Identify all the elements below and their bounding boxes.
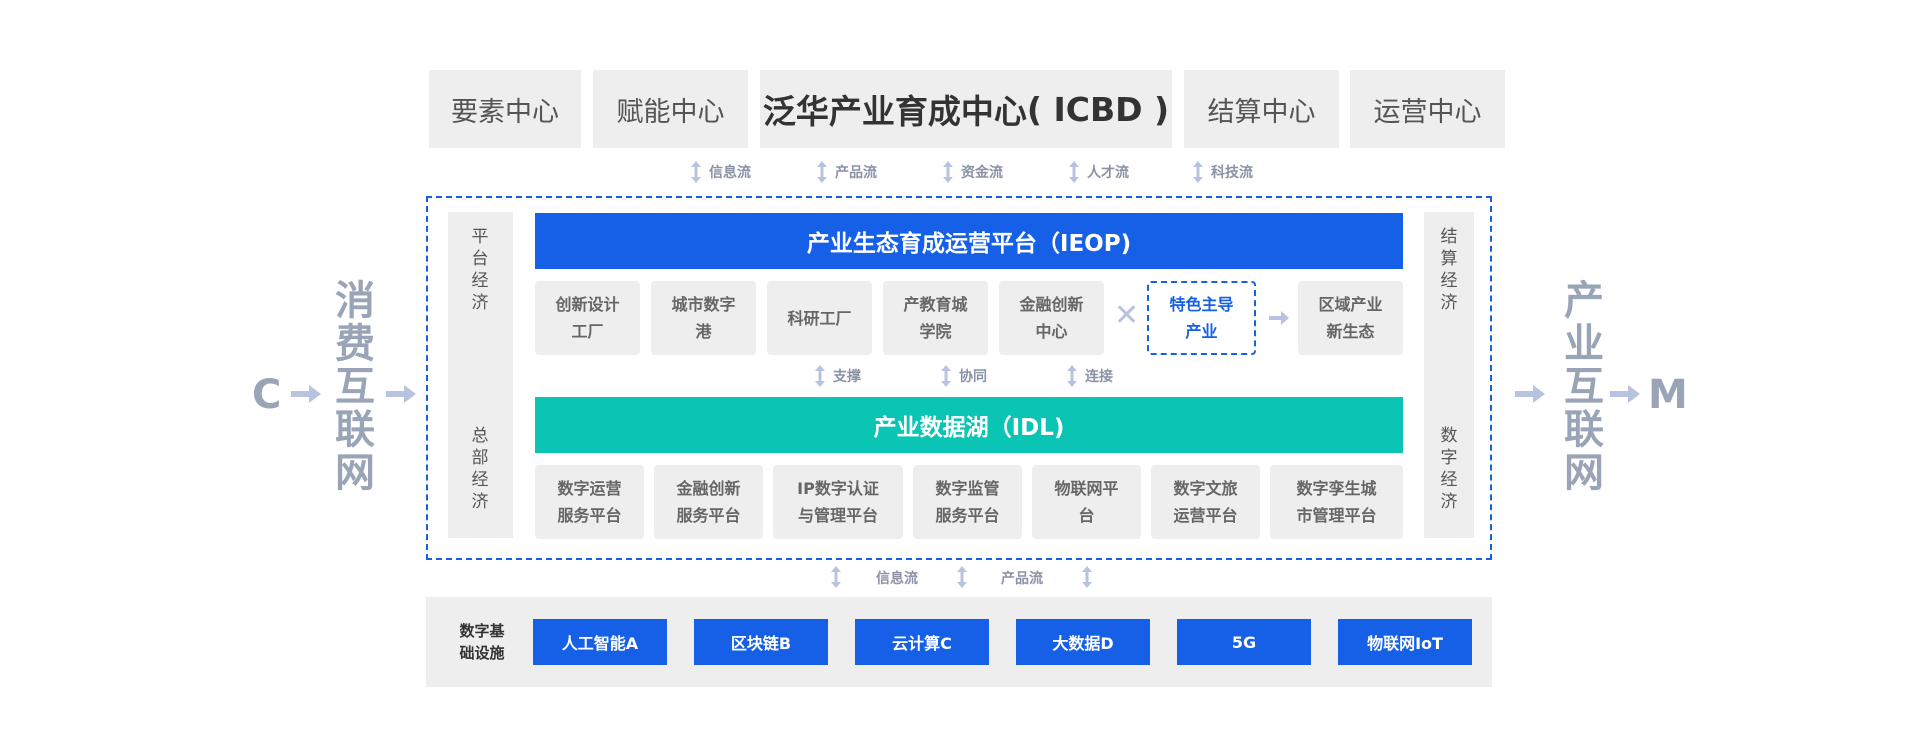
right-economy-panel: 结算经济 数字经济 [1424,212,1474,538]
infra-item: 区块链B [694,619,828,665]
double-arrow-icon [691,161,701,183]
double-arrow-icon [957,566,967,588]
double-arrow-icon [941,365,951,387]
element-center-label: 要素中心 [451,96,559,128]
ieop-title: 产业生态育成运营平台（IEOP) [806,231,1132,257]
infra-item: 云计算C [855,619,989,665]
idl-card: 数字监管 服务平台 [913,465,1022,539]
x-icon: ✕ [1114,298,1140,333]
left-economy-panel: 平台经济 总部经济 [448,212,513,538]
double-arrow-icon [943,161,953,183]
idl-card: 数字孪生城 市管理平台 [1270,465,1403,539]
ieop-card: 产教育城 学院 [883,281,988,355]
icbd-title: 泛华产业育成中心 [762,92,1027,131]
settlement-center-label: 结算中心 [1207,96,1316,128]
idl-card: IP数字认证 与管理平台 [773,465,903,539]
flow-item: 科技流 [1193,161,1253,183]
infra-item: 大数据D [1016,619,1150,665]
idl-title: 产业数据湖（IDL) [873,415,1065,441]
flow-item: 连接 [1067,365,1113,387]
industrial-internet-label: 产业互联网 [1564,278,1604,496]
double-arrow-icon [815,365,825,387]
idl-card: 金融创新 服务平台 [654,465,763,539]
right-arrow-icon [1515,385,1545,403]
flow-item: 支撑 [815,365,861,387]
flow-label: 信息流 [709,165,751,181]
idl-card: 物联网平 台 [1032,465,1141,539]
double-arrow-icon [817,161,827,183]
flow-item: 信息流 [691,161,751,183]
operation-center-label: 运营中心 [1373,96,1482,128]
flow-label: 人才流 [1087,165,1129,181]
right-arrow-icon [291,385,321,403]
right-arrow-icon [1610,385,1640,403]
flow-label: 连接 [1085,369,1113,385]
empowerment-center-label: 赋能中心 [616,96,725,128]
double-arrow-icon [831,566,841,588]
infra-item: 物联网IoT [1338,619,1472,665]
ieop-card: 城市数字 港 [651,281,756,355]
double-arrow-icon [1069,161,1079,183]
featured-industry-card: 特色主导 产业 [1147,281,1256,355]
ieop-card: 金融创新 中心 [999,281,1104,355]
idl-card: 数字文旅 运营平台 [1151,465,1260,539]
flow-label: 科技流 [1211,165,1253,181]
operation-center-box: 运营中心 [1350,70,1505,148]
regional-ecology-card: 区域产业 新生态 [1298,281,1403,355]
ieop-card: 创新设计 工厂 [535,281,640,355]
flow-label: 支撑 [833,369,861,385]
flow-label: 资金流 [961,165,1003,181]
right-arrow-icon [1269,311,1289,325]
digital-economy-label: 数字经济 [1440,426,1458,512]
infra-item: 5G [1177,619,1311,665]
headquarters-economy-label: 总部经济 [471,426,489,512]
flow-label: 协同 [959,369,987,385]
consumer-c-label: C [252,372,282,418]
settlement-center-box: 结算中心 [1184,70,1339,148]
flow-item: 协同 [941,365,987,387]
market-m-label: M [1648,372,1688,418]
empowerment-center-box: 赋能中心 [593,70,748,148]
flow-label: 产品流 [1001,571,1043,587]
flow-item: 人才流 [1069,161,1129,183]
double-arrow-icon [1067,365,1077,387]
double-arrow-icon [1082,566,1092,588]
element-center-box: 要素中心 [429,70,581,148]
idl-banner: 产业数据湖（IDL) [535,397,1403,453]
right-arrow-icon [386,385,416,403]
flow-item: 资金流 [943,161,1003,183]
flow-item: 产品流 [817,161,877,183]
consumer-internet-label: 消费互联网 [335,278,375,496]
flow-label: 产品流 [835,165,877,181]
platform-economy-label: 平台经济 [471,227,489,313]
flow-label: 信息流 [876,571,918,587]
ieop-banner: 产业生态育成运营平台（IEOP) [535,213,1403,269]
ieop-card: 科研工厂 [767,281,872,355]
icbd-center-box: 泛华产业育成中心 ( ICBD ) [760,70,1172,148]
settlement-economy-label: 结算经济 [1440,227,1458,313]
idl-card: 数字运营 服务平台 [535,465,644,539]
icbd-subtitle: ( ICBD ) [1026,89,1170,129]
digital-infrastructure-label: 数字基 础设施 [459,622,505,662]
double-arrow-icon [1193,161,1203,183]
infra-item: 人工智能A [533,619,667,665]
